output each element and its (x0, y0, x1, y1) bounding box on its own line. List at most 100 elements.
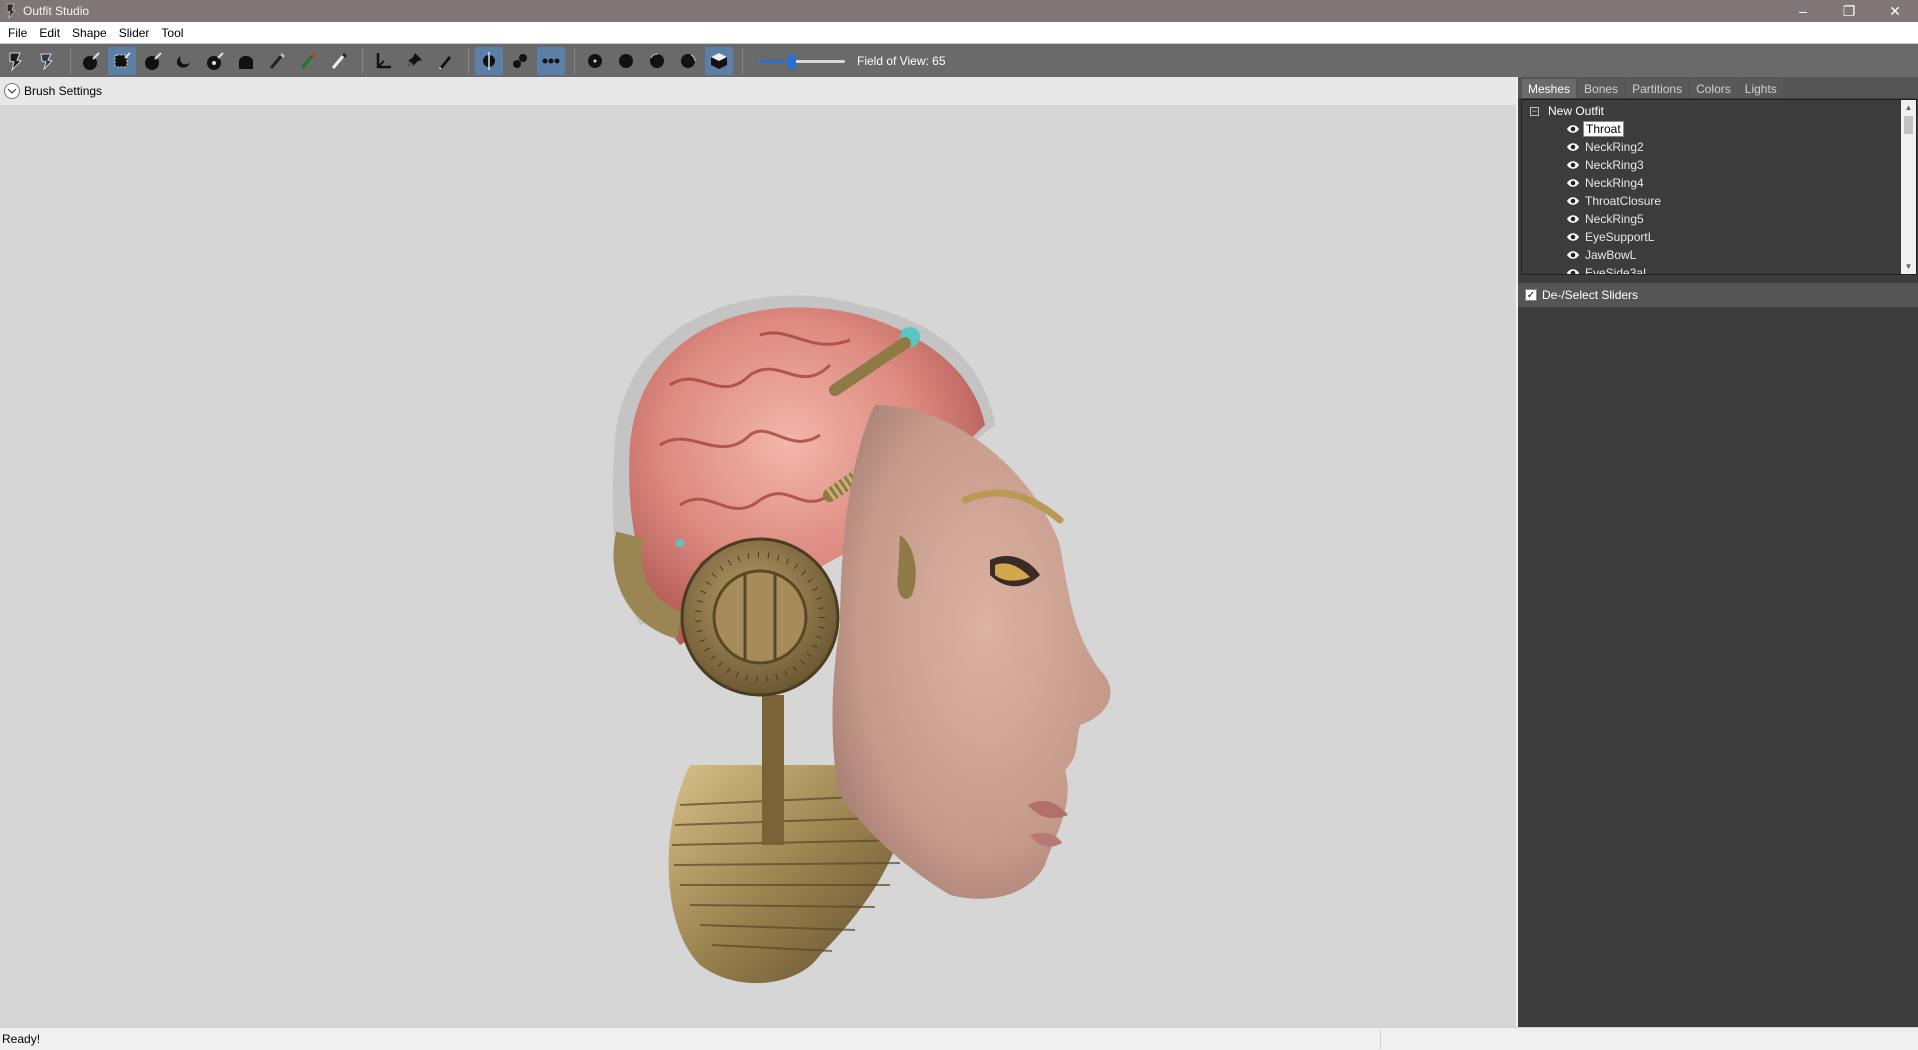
eye-icon[interactable] (1566, 142, 1580, 152)
eye-icon[interactable] (1566, 160, 1580, 170)
menu-file[interactable]: File (2, 26, 33, 40)
vertices-icon (588, 53, 602, 68)
toolbar: Field of View: 65 (0, 44, 1918, 77)
eye-icon[interactable] (1566, 214, 1580, 224)
scrollbar-thumb[interactable] (1904, 116, 1913, 134)
panel-tabs: Meshes Bones Partitions Colors Lights (1518, 77, 1918, 98)
fov-slider-fill (759, 59, 792, 63)
solid-view-button[interactable] (612, 47, 640, 75)
tree-scrollbar[interactable]: ▲ ▼ (1901, 100, 1916, 274)
mesh-tree: − New Outfit Throat NeckRing2 NeckRing3 Nec… (1521, 99, 1917, 275)
brush-settings-bar: Brush Settings (0, 77, 1516, 105)
window-title: Outfit Studio (23, 4, 90, 18)
select-sliders-label: De-/Select Sliders (1542, 288, 1639, 302)
select-tool-button[interactable] (2, 47, 30, 75)
connected-icon (513, 53, 527, 68)
alpha-brush-icon (331, 52, 348, 69)
tab-colors[interactable]: Colors (1690, 79, 1737, 98)
move-brush-icon (176, 55, 190, 68)
pencil-tool-button[interactable] (431, 47, 459, 75)
tree-root[interactable]: − New Outfit (1530, 104, 1604, 118)
cube-icon (711, 52, 727, 69)
fov-slider-thumb[interactable] (787, 53, 796, 69)
tab-meshes[interactable]: Meshes (1522, 79, 1577, 98)
mask-brush-button[interactable] (77, 47, 105, 75)
menu-shape[interactable]: Shape (66, 26, 113, 40)
smooth-brush-icon (207, 51, 224, 70)
texture-view-button[interactable] (674, 47, 702, 75)
tree-item[interactable]: NeckRing2 (1566, 138, 1663, 156)
pin-tool-button[interactable] (400, 47, 428, 75)
menu-tool[interactable]: Tool (155, 26, 189, 40)
eye-icon[interactable] (1566, 250, 1580, 260)
select-sliders-checkbox[interactable]: ✓ (1525, 289, 1537, 301)
toolbar-separator (574, 47, 575, 74)
transform-tool-button[interactable] (33, 47, 61, 75)
show-vertices-button[interactable] (581, 47, 609, 75)
tree-item[interactable]: Throat (1566, 120, 1663, 138)
dots-icon (542, 58, 560, 63)
transform-icon (40, 53, 53, 71)
undiff-brush-button[interactable] (232, 47, 260, 75)
deflate-brush-button[interactable] (139, 47, 167, 75)
backface-button[interactable] (705, 46, 733, 75)
toolbar-separator (742, 47, 743, 74)
eye-icon[interactable] (1566, 232, 1580, 242)
status-bar: Ready! (0, 1027, 1918, 1050)
mask-brush-icon (83, 51, 100, 70)
pin-icon (406, 52, 422, 69)
title-bar: Outfit Studio – ❐ ✕ (0, 0, 1918, 22)
axis-tool-button[interactable] (369, 47, 397, 75)
brush-settings-expander[interactable] (4, 83, 20, 99)
3d-viewport[interactable] (0, 105, 1516, 1027)
color-brush-button[interactable] (294, 47, 322, 75)
restore-button[interactable]: ❐ (1826, 0, 1872, 22)
tab-bones[interactable]: Bones (1578, 79, 1625, 98)
x-mirror-button[interactable] (475, 46, 503, 75)
tree-item-label: NeckRing3 (1585, 158, 1644, 172)
mirror-icon (483, 51, 495, 70)
scroll-up-icon[interactable]: ▲ (1901, 100, 1916, 115)
menu-slider[interactable]: Slider (113, 26, 156, 40)
collapse-toggle-icon[interactable]: − (1530, 106, 1539, 116)
tree-item-label: Throat (1583, 121, 1624, 137)
tree-item[interactable]: EyeSupportL (1566, 228, 1663, 246)
tree-item[interactable]: JawBowL (1566, 246, 1663, 264)
connected-only-button[interactable] (506, 47, 534, 75)
window-controls: – ❐ ✕ (1780, 0, 1918, 22)
tree-item[interactable]: EyeSide3aL (1566, 264, 1663, 275)
lighting-button[interactable] (643, 47, 671, 75)
tree-item[interactable]: NeckRing3 (1566, 156, 1663, 174)
scroll-down-icon[interactable]: ▼ (1901, 259, 1916, 274)
eye-icon[interactable] (1566, 124, 1580, 134)
close-button[interactable]: ✕ (1872, 0, 1918, 22)
tree-item[interactable]: NeckRing4 (1566, 174, 1663, 192)
select-icon (9, 52, 22, 72)
eye-icon[interactable] (1566, 268, 1580, 275)
alpha-brush-button[interactable] (325, 47, 353, 75)
menu-bar: File Edit Shape Slider Tool (0, 22, 1918, 44)
fov-slider[interactable] (759, 51, 845, 71)
tab-lights[interactable]: Lights (1738, 79, 1783, 98)
eye-icon[interactable] (1566, 196, 1580, 206)
tree-item-label: NeckRing5 (1585, 212, 1644, 226)
tree-items: Throat NeckRing2 NeckRing3 NeckRing4 ThroatC… (1566, 120, 1663, 275)
menu-edit[interactable]: Edit (33, 26, 66, 40)
tab-partitions[interactable]: Partitions (1626, 79, 1689, 98)
smooth-brush-button[interactable] (201, 47, 229, 75)
tree-item[interactable]: ThroatClosure (1566, 192, 1663, 210)
tree-item[interactable]: NeckRing5 (1566, 210, 1663, 228)
minimize-button[interactable]: – (1780, 0, 1826, 22)
weight-brush-button[interactable] (263, 47, 291, 75)
inflate-brush-button[interactable] (108, 46, 136, 75)
move-brush-button[interactable] (170, 47, 198, 75)
eye-icon[interactable] (1566, 178, 1580, 188)
chevron-down-icon (7, 88, 17, 94)
axis-icon (376, 52, 391, 68)
textured-sphere-icon (681, 53, 696, 68)
right-panel: Meshes Bones Partitions Colors Lights − … (1518, 77, 1918, 1027)
global-brush-button[interactable] (537, 46, 565, 75)
inflate-brush-icon (114, 51, 131, 67)
slider-header: ✓ De-/Select Sliders (1518, 283, 1918, 307)
undiff-brush-icon (239, 55, 253, 69)
